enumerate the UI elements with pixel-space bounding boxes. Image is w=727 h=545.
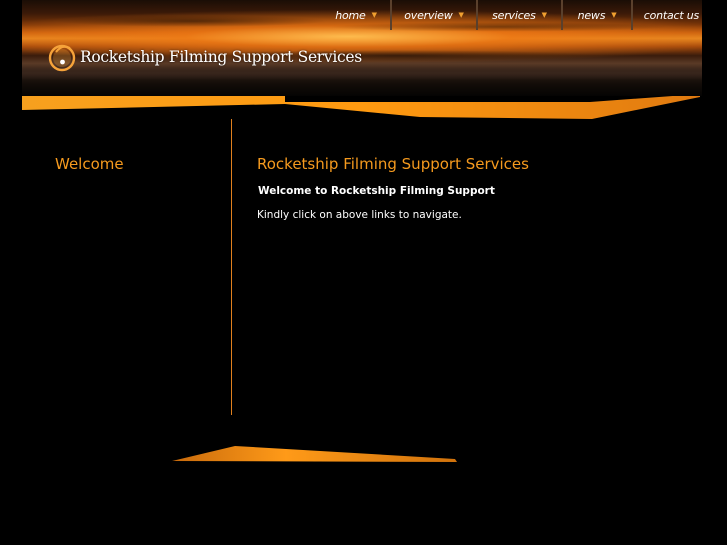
page-body-text: Kindly click on above links to navigate. [257, 209, 462, 221]
dropdown-arrow-icon: ▼ [371, 11, 377, 19]
nav-item-overview[interactable]: overview ▼ [392, 0, 476, 30]
nav-item-label: news [577, 8, 606, 22]
nav-item-label: home [335, 8, 366, 22]
nav-item-label: overview [404, 8, 453, 22]
nav-item-services[interactable]: services ▼ [478, 0, 561, 30]
column-divider [231, 119, 232, 415]
nav-item-contact-us[interactable]: contact us ▼ [633, 0, 702, 30]
dropdown-arrow-icon: ▼ [458, 11, 464, 19]
sidebar-title: Welcome [55, 155, 124, 173]
nav-item-news[interactable]: news ▼ [563, 0, 631, 30]
nav-item-label: contact us [643, 8, 700, 22]
rocketship-logo-icon [48, 42, 78, 72]
header-banner: home ▼ overview ▼ services ▼ news ▼ cont… [22, 0, 702, 96]
site-logo[interactable]: Rocketship Filming Support Services [48, 42, 362, 72]
nav-item-label: services [492, 8, 536, 22]
dropdown-arrow-icon: ▼ [611, 11, 617, 19]
top-navigation: home ▼ overview ▼ services ▼ news ▼ cont… [322, 0, 702, 30]
nav-item-home[interactable]: home ▼ [322, 0, 390, 30]
page-title: Rocketship Filming Support Services [257, 155, 529, 173]
dropdown-arrow-icon: ▼ [541, 11, 547, 19]
logo-text: Rocketship Filming Support Services [80, 48, 362, 66]
page-subtitle: Welcome to Rocketship Filming Support [258, 185, 495, 197]
